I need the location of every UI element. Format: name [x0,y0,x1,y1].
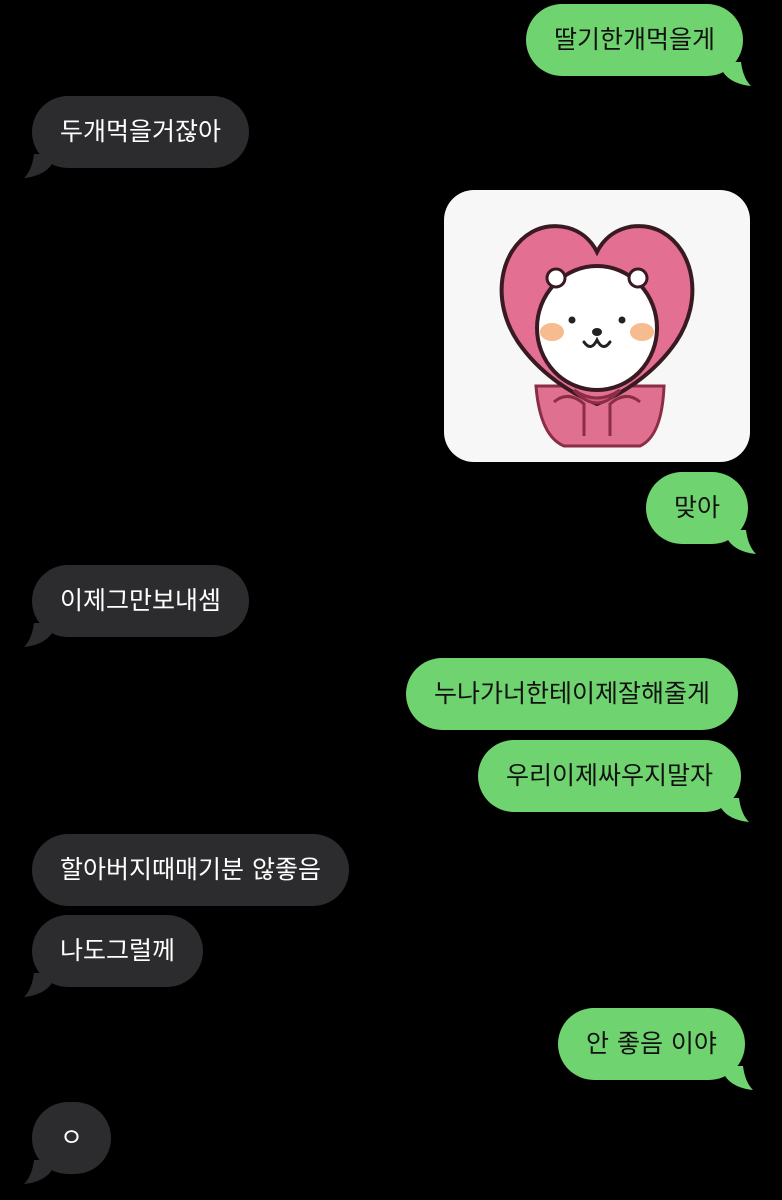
sticker-message[interactable] [444,190,750,462]
message-text: 할아버지때매기분 않좋음 [60,855,321,884]
message-bubble-received[interactable]: 할아버지때매기분 않좋음 [32,834,349,906]
bubble-tail-icon [24,973,52,997]
bubble-tail-icon [24,154,52,178]
message-bubble-sent[interactable]: 우리이제싸우지말자 [478,740,750,822]
message-text: 나도그럴께 [60,936,176,965]
message-text: 이제그만보내셈 [60,586,222,615]
message-bubble-received[interactable]: 나도그럴께 [24,915,204,997]
message-text: ㅇ [60,1123,84,1152]
message-bubble-sent[interactable]: 누나가너한테이제잘해줄게 [406,658,739,730]
bubble-tail-icon [723,62,752,86]
message-text: 딸기한개먹을게 [554,25,716,54]
message-bubble-sent[interactable]: 맞아 [646,472,757,554]
message-bubble-received[interactable]: ㅇ [24,1102,112,1184]
bubble-tail-icon [728,530,757,554]
bubble-tail-icon [24,1160,52,1184]
heart-hood-bear-sticker-icon [499,224,695,448]
message-text: 누나가너한테이제잘해줄게 [434,679,711,708]
message-text: 우리이제싸우지말자 [506,761,714,790]
message-text: 두개먹을거잖아 [60,117,222,146]
bubble-tail-icon [724,1066,753,1090]
chat-thread: 딸기한개먹을게 두개먹을거잖아 맞아 이제그만보내셈 누나가너한테이제잘해줄게 … [0,0,782,1200]
message-bubble-received[interactable]: 이제그만보내셈 [24,565,250,647]
message-text: 맞아 [674,493,721,522]
message-bubble-received[interactable]: 두개먹을거잖아 [24,96,250,178]
bubble-tail-icon [24,623,52,647]
message-text: 안 좋음 이야 [586,1029,717,1058]
message-bubble-sent[interactable]: 안 좋음 이야 [558,1008,753,1090]
bubble-tail-icon [721,798,750,822]
message-bubble-sent[interactable]: 딸기한개먹을게 [526,4,752,86]
